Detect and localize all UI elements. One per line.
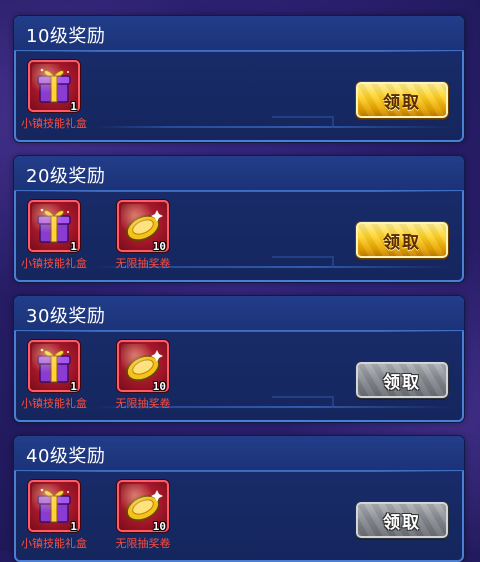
- item-frame: 10: [117, 200, 169, 253]
- circuit-decoration: [94, 116, 454, 128]
- item-label: 无限抽奖卷: [115, 257, 171, 270]
- claim-button[interactable]: 领取: [356, 502, 448, 538]
- item-frame: 1: [28, 340, 80, 393]
- item-frame: 1: [28, 200, 80, 253]
- tier-title: 30级奖励: [26, 306, 106, 327]
- item-frame: 1: [28, 60, 80, 113]
- reward-tier-30: 30级奖励 1 小镇技能礼盒 10 无限抽奖卷 领取: [14, 296, 464, 422]
- claim-button[interactable]: 领取: [356, 362, 448, 398]
- claim-button[interactable]: 领取: [356, 82, 448, 118]
- reward-tier-20: 20级奖励 1 小镇技能礼盒 10 无限抽奖卷 领取: [14, 156, 464, 282]
- item-label: 小镇技能礼盒: [21, 257, 87, 270]
- tier-title: 20级奖励: [26, 166, 106, 187]
- item-count: 1: [70, 520, 77, 533]
- tier-header: 40级奖励: [14, 436, 464, 472]
- tier-header: 10级奖励: [14, 16, 464, 52]
- item-label: 小镇技能礼盒: [21, 537, 87, 550]
- tier-header: 20级奖励: [14, 156, 464, 192]
- reward-tier-40: 40级奖励 1 小镇技能礼盒 10 无限抽奖卷 领取: [14, 436, 464, 562]
- claim-button[interactable]: 领取: [356, 222, 448, 258]
- item-label: 小镇技能礼盒: [21, 397, 87, 410]
- item-count: 10: [152, 240, 166, 253]
- item-frame: 1: [28, 480, 80, 533]
- reward-tier-10: 10级奖励 1 小镇技能礼盒 领取: [14, 16, 464, 142]
- item-count: 1: [70, 380, 77, 393]
- item-count: 10: [152, 380, 166, 393]
- item-count: 1: [70, 240, 77, 253]
- item-count: 1: [70, 100, 77, 113]
- tier-header: 30级奖励: [14, 296, 464, 332]
- item-count: 10: [152, 520, 166, 533]
- tier-title: 40级奖励: [26, 446, 106, 467]
- item-label: 无限抽奖卷: [115, 537, 171, 550]
- tier-title: 10级奖励: [26, 26, 106, 47]
- item-label: 小镇技能礼盒: [21, 117, 87, 130]
- item-frame: 10: [117, 340, 169, 393]
- item-label: 无限抽奖卷: [115, 397, 171, 410]
- item-frame: 10: [117, 480, 169, 533]
